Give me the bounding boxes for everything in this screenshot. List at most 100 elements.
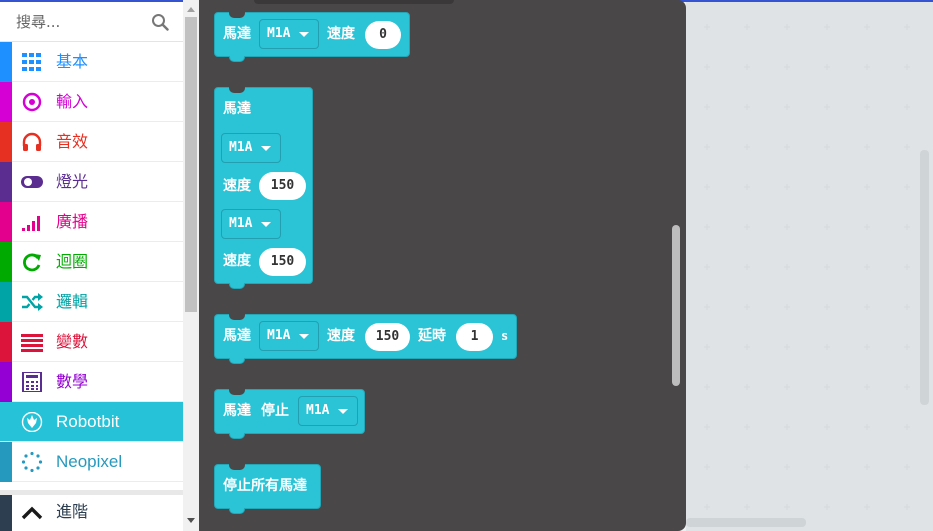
category-color-bar [0, 495, 12, 531]
target-icon [22, 92, 42, 112]
search-input[interactable]: 搜尋... [16, 11, 136, 33]
category-neopixel[interactable]: Neopixel [0, 442, 183, 482]
category-label: Neopixel [56, 452, 123, 471]
block-label: 停止所有馬達 [223, 478, 307, 494]
headphones-icon [22, 132, 42, 151]
motor-delay-block[interactable]: 馬達 M1A 速度 150 延時 1 s [214, 314, 517, 359]
dual-motor-block[interactable]: 馬達 M1A 速度 150 M1A 速度 150 [214, 87, 313, 284]
block-label: 馬達 [223, 26, 251, 42]
block-notch [229, 433, 245, 439]
dropdown-arrow-icon [261, 146, 271, 151]
dropdown-value: M1A [229, 216, 253, 231]
rebel-icon [21, 412, 43, 432]
motor-run-block[interactable]: 馬達 M1A 速度 0 [214, 12, 410, 57]
delay-label: 延時 [418, 328, 446, 344]
loop-icon [23, 253, 41, 272]
dropdown-value: M1A [267, 328, 291, 343]
motor1-dropdown[interactable]: M1A [221, 133, 281, 163]
block-label: 馬達 [223, 101, 251, 117]
scroll-down-arrow-icon[interactable] [187, 518, 195, 523]
category-label: 邏輯 [56, 292, 89, 311]
category-color-bar [0, 202, 12, 242]
toggle-icon [21, 176, 43, 188]
category-label: 基本 [56, 52, 89, 71]
dropdown-arrow-icon [338, 409, 348, 414]
stop-all-motors-block[interactable]: 停止所有馬達 [214, 464, 321, 509]
category-radio[interactable]: 廣播 [0, 202, 183, 242]
category-color-bar [0, 442, 12, 482]
category-advanced[interactable]: 進階 [0, 490, 183, 531]
category-label: 輸入 [56, 92, 89, 111]
category-color-bar [0, 322, 12, 362]
block-notch [229, 283, 245, 289]
signal-icon [22, 216, 40, 231]
category-label: 進階 [56, 502, 89, 521]
grid-icon [22, 53, 41, 71]
ring-icon [21, 452, 43, 472]
motor-stop-block[interactable]: 馬達 停止 M1A [214, 389, 365, 434]
motor-dropdown[interactable]: M1A [259, 19, 319, 49]
unit-label: s [501, 329, 509, 343]
motor-dropdown[interactable]: M1A [259, 321, 319, 351]
toolbox-sidebar: 搜尋... 基本 輸入 音效 燈光 廣播 迴圈 邏輯 變數 數學 Robotbi… [0, 2, 183, 531]
block-label: 馬達 [223, 328, 251, 344]
category-label: 迴圈 [56, 252, 89, 271]
block-notch [229, 56, 245, 62]
speed1-label: 速度 [223, 178, 251, 194]
category-logic[interactable]: 邏輯 [0, 282, 183, 322]
search-icon[interactable] [151, 13, 169, 31]
category-math[interactable]: 數學 [0, 362, 183, 402]
category-color-bar [0, 282, 12, 322]
category-music[interactable]: 音效 [0, 122, 183, 162]
dropdown-value: M1A [267, 26, 291, 41]
stop-label: 停止 [261, 403, 289, 419]
motor2-dropdown[interactable]: M1A [221, 209, 281, 239]
flyout-top-tab [254, 0, 454, 4]
dropdown-value: M1A [229, 140, 253, 155]
delay-input[interactable]: 1 [456, 323, 493, 351]
category-label: 音效 [56, 132, 89, 151]
category-label: Robotbit [56, 412, 120, 431]
category-color-bar [0, 42, 12, 82]
category-color-bar [0, 362, 12, 402]
motor-dropdown[interactable]: M1A [298, 396, 358, 426]
list-icon [21, 334, 43, 352]
shuffle-icon [22, 293, 43, 311]
speed2-label: 速度 [223, 253, 251, 269]
category-color-bar [0, 242, 12, 282]
flyout-scrollbar[interactable] [672, 225, 680, 386]
category-color-bar [0, 122, 12, 162]
workspace-grid [686, 2, 933, 531]
category-label: 燈光 [56, 172, 89, 191]
calculator-icon [22, 372, 42, 392]
speed-label: 速度 [327, 328, 355, 344]
search-box[interactable]: 搜尋... [0, 2, 183, 42]
speed-input[interactable]: 0 [365, 21, 401, 49]
category-robotbit[interactable]: Robotbit [0, 402, 183, 442]
speed-input[interactable]: 150 [365, 323, 410, 351]
chevron-up-icon [21, 506, 43, 520]
workspace-vertical-scrollbar[interactable] [920, 150, 929, 405]
dropdown-arrow-icon [261, 222, 271, 227]
category-color-bar [0, 162, 12, 202]
block-notch [229, 358, 245, 364]
category-loops[interactable]: 迴圈 [0, 242, 183, 282]
speed1-input[interactable]: 150 [259, 172, 306, 200]
category-label: 數學 [56, 372, 89, 391]
workspace-horizontal-scrollbar[interactable] [686, 518, 806, 527]
scroll-up-arrow-icon[interactable] [187, 7, 195, 12]
category-basic[interactable]: 基本 [0, 42, 183, 82]
block-notch [229, 508, 245, 514]
speed2-input[interactable]: 150 [259, 248, 306, 276]
category-input[interactable]: 輸入 [0, 82, 183, 122]
category-variables[interactable]: 變數 [0, 322, 183, 362]
category-led[interactable]: 燈光 [0, 162, 183, 202]
sidebar-scrollbar-thumb[interactable] [185, 17, 197, 312]
category-color-bar [0, 82, 12, 122]
dropdown-arrow-icon [299, 32, 309, 37]
dropdown-arrow-icon [299, 334, 309, 339]
block-label: 馬達 [223, 403, 251, 419]
speed-label: 速度 [327, 26, 355, 42]
category-label: 變數 [56, 332, 89, 351]
category-label: 廣播 [56, 212, 89, 231]
